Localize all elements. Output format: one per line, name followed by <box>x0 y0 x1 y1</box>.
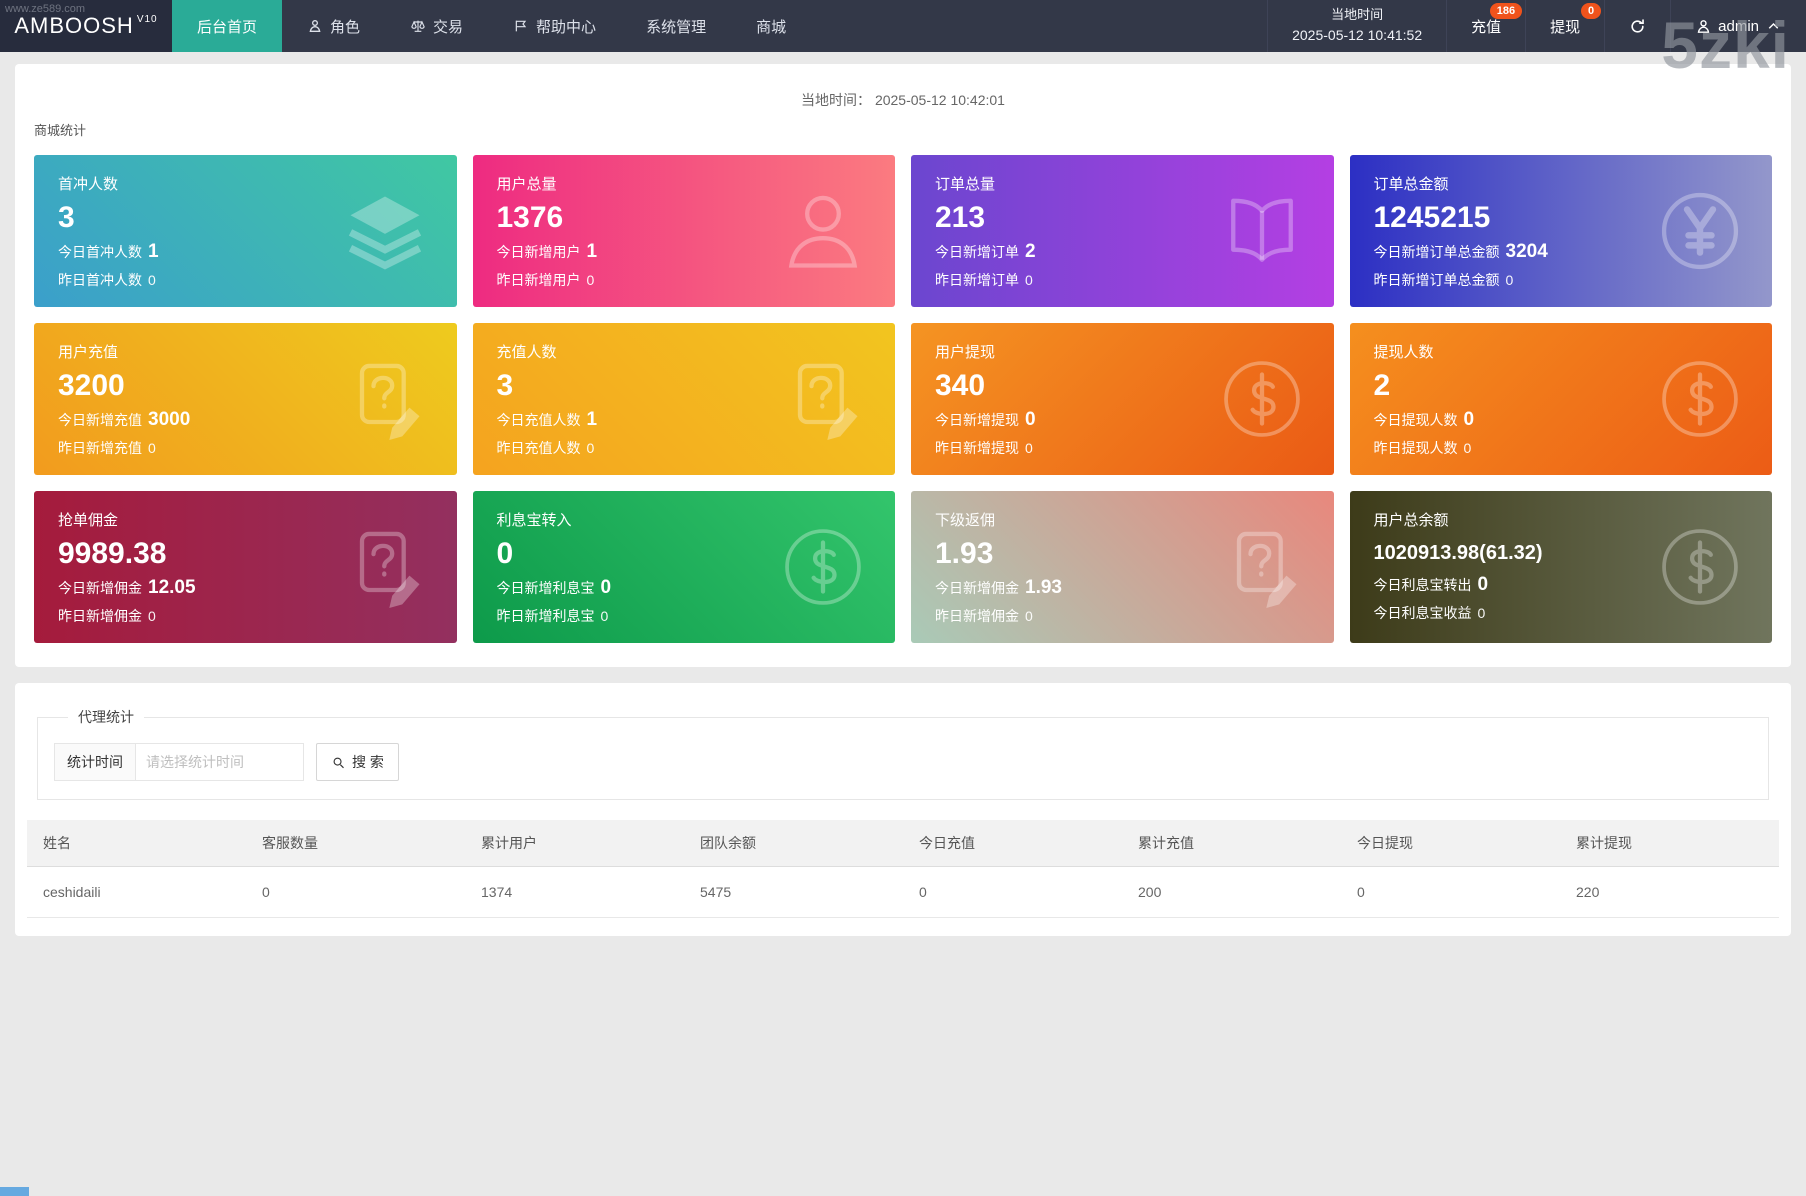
table-cell: 1374 <box>465 866 684 918</box>
menu-item-system[interactable]: 系统管理 <box>621 0 731 52</box>
logo-text: AMBOOSH <box>14 13 134 38</box>
stat-time-input-group: 统计时间 <box>54 743 304 781</box>
page-time-label: 当地时间： <box>801 92 872 108</box>
search-button[interactable]: 搜 索 <box>316 743 399 781</box>
doc-question-icon <box>777 353 869 445</box>
local-time-label: 当地时间 <box>1331 7 1384 23</box>
refresh-icon <box>1629 18 1646 35</box>
table-header-7: 累计提现 <box>1560 820 1779 867</box>
scales-icon <box>410 18 426 34</box>
table-cell: 0 <box>903 866 1122 918</box>
dollar-icon <box>1654 521 1746 613</box>
menu-item-shop[interactable]: 商城 <box>731 0 811 52</box>
doc-question-icon <box>339 353 431 445</box>
navbar: AMBOOSH V10 后台首页 角色 交易 帮助中心 系统管理 商城 当地时间 2025-… <box>0 0 1806 52</box>
menu-item-label: 系统管理 <box>646 18 707 36</box>
menu-item-label: 帮助中心 <box>536 18 597 36</box>
menu-item-label: 角色 <box>330 18 361 36</box>
table-header-5: 累计充值 <box>1122 820 1341 867</box>
logo-version: V10 <box>136 13 158 25</box>
page-time-line: 当地时间： 2025-05-12 10:42:01 <box>34 90 1772 110</box>
stat-card-recharge-users: 充值人数 3 今日充值人数 1 昨日充值人数 0 <box>472 323 895 475</box>
stat-card-withdraw-users: 提现人数 2 今日提现人数 0 昨日提现人数 0 <box>1349 323 1772 475</box>
book-icon <box>1216 185 1308 277</box>
local-time-block: 当地时间 2025-05-12 10:41:52 <box>1267 0 1446 52</box>
table-cell: 200 <box>1122 866 1341 918</box>
menu-item-label: 交易 <box>433 18 464 36</box>
withdraw-nav-item[interactable]: 提现 0 <box>1525 0 1604 52</box>
corner-accent <box>0 1187 29 1196</box>
table-header-3: 团队余额 <box>684 820 903 867</box>
dollar-icon <box>1654 353 1746 445</box>
stat-card-total-balance: 用户总余额 1020913.98(61.32) 今日利息宝转出 0 今日利息宝收益 0 <box>1349 491 1772 643</box>
stat-card-lixibao-in: 利息宝转入 0 今日新增利息宝 0 昨日新增利息宝 0 <box>472 491 895 643</box>
page-time-value: 2025-05-12 10:42:01 <box>874 92 1005 108</box>
local-time-value: 2025-05-12 10:41:52 <box>1292 27 1423 44</box>
menu-item-trade[interactable]: 交易 <box>385 0 488 52</box>
menu-item-help[interactable]: 帮助中心 <box>488 0 621 52</box>
agent-legend: 代理统计 <box>78 709 134 725</box>
table-cell: 5475 <box>684 866 903 918</box>
table-header-6: 今日提现 <box>1341 820 1560 867</box>
table-cell: 0 <box>1341 866 1560 918</box>
agent-table: 姓名 客服数量 累计用户 团队余额 今日充值 累计充值 今日提现 累计提现 ceshidaili… <box>27 820 1779 918</box>
doc-question-icon <box>339 521 431 613</box>
stat-card-total-orders: 订单总量 213 今日新增订单 2 昨日新增订单 0 <box>911 155 1334 307</box>
section-title-shop-stats: 商城统计 <box>34 123 87 138</box>
menu-item-label: 后台首页 <box>197 18 258 36</box>
table-header-row: 姓名 客服数量 累计用户 团队余额 今日充值 累计充值 今日提现 累计提现 <box>27 820 1779 867</box>
stat-card-user-withdraw: 用户提现 340 今日新增提现 0 昨日新增提现 0 <box>911 323 1334 475</box>
stat-time-label: 统计时间 <box>54 743 136 781</box>
stat-card-total-users: 用户总量 1376 今日新增用户 1 昨日新增用户 0 <box>472 155 895 307</box>
search-icon <box>331 755 346 770</box>
table-row: ceshidaili 0 1374 5475 0 200 0 220 <box>27 866 1779 918</box>
table-header-1: 客服数量 <box>246 820 465 867</box>
main-menu: 后台首页 角色 交易 帮助中心 系统管理 商城 <box>172 0 811 52</box>
admin-menu[interactable]: admin <box>1670 0 1806 52</box>
flag-icon <box>513 18 529 34</box>
menu-item-roles[interactable]: 角色 <box>282 0 385 52</box>
recharge-nav-item[interactable]: 充值 186 <box>1446 0 1525 52</box>
agent-filter-row: 统计时间 搜 索 <box>54 743 1752 781</box>
agent-fieldset: 代理统计 统计时间 搜 索 <box>37 707 1769 800</box>
user-icon <box>1695 18 1712 35</box>
recharge-badge: 186 <box>1489 3 1523 19</box>
stat-card-order-commission: 抢单佣金 9989.38 今日新增佣金 12.05 昨日新增佣金 0 <box>34 491 457 643</box>
watermark-url: www.ze589.com <box>5 3 86 15</box>
refresh-button[interactable] <box>1604 0 1670 52</box>
menu-item-home[interactable]: 后台首页 <box>172 0 283 52</box>
stat-card-sub-rebate: 下级返佣 1.93 今日新增佣金 1.93 昨日新增佣金 0 <box>911 491 1334 643</box>
search-button-label: 搜 索 <box>352 754 384 770</box>
withdraw-label: 提现 <box>1550 18 1581 36</box>
table-header-4: 今日充值 <box>903 820 1122 867</box>
menu-item-label: 商城 <box>756 18 787 36</box>
agent-panel: 代理统计 统计时间 搜 索 姓名客服数量累计用户团队余额今日充值累计充值今日提现… <box>15 683 1791 936</box>
withdraw-badge: 0 <box>1581 3 1602 19</box>
doc-question-icon <box>1216 521 1308 613</box>
table-header-0: 姓名 <box>27 820 246 867</box>
table-cell: 220 <box>1560 866 1779 918</box>
dollar-icon <box>1216 353 1308 445</box>
chevron-up-icon <box>1765 18 1782 35</box>
person-big-icon <box>777 185 869 277</box>
main-content: 当地时间： 2025-05-12 10:42:01 商城统计 首冲人数 3 今日首冲… <box>0 52 1806 936</box>
stat-card-user-recharge: 用户充值 3200 今日新增充值 3000 昨日新增充值 0 <box>34 323 457 475</box>
stat-cards-grid: 首冲人数 3 今日首冲人数 1 昨日首冲人数 0 用户总量 1376 今日新增用户 1 昨日新增用户… <box>34 155 1772 643</box>
layers-icon <box>339 185 431 277</box>
person-icon <box>307 18 323 34</box>
stat-card-first-recharge-users: 首冲人数 3 今日首冲人数 1 昨日首冲人数 0 <box>34 155 457 307</box>
stats-panel: 当地时间： 2025-05-12 10:42:01 商城统计 首冲人数 3 今日首冲… <box>15 64 1791 667</box>
table-header-2: 累计用户 <box>465 820 684 867</box>
dollar-icon <box>777 521 869 613</box>
stat-card-total-order-amount: 订单总金额 1245215 今日新增订单总金额 3204 昨日新增订单总金额 0 <box>1349 155 1772 307</box>
table-cell: ceshidaili <box>27 866 246 918</box>
admin-username: admin <box>1718 17 1759 35</box>
table-cell: 0 <box>246 866 465 918</box>
yen-icon <box>1654 185 1746 277</box>
navbar-right: 当地时间 2025-05-12 10:41:52 充值 186 提现 0 adm… <box>1267 0 1806 52</box>
stat-time-input[interactable] <box>136 743 304 781</box>
